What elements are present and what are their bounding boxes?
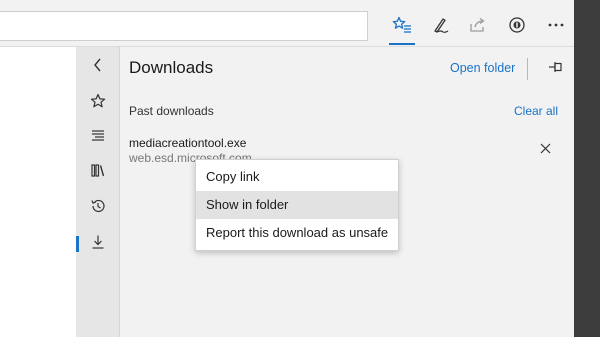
- open-folder-link[interactable]: Open folder: [450, 61, 515, 75]
- rail-back-button[interactable]: [76, 52, 119, 82]
- rail-reading-list[interactable]: [76, 123, 119, 153]
- books-icon: [90, 162, 106, 183]
- pin-button[interactable]: [545, 59, 567, 79]
- more-icon: [547, 22, 565, 28]
- pin-icon: [548, 60, 564, 78]
- history-icon: [90, 198, 106, 219]
- clear-all-link[interactable]: Clear all: [514, 104, 558, 118]
- address-bar[interactable]: [0, 11, 368, 41]
- rail-books[interactable]: [76, 157, 119, 187]
- menu-item-report-unsafe[interactable]: Report this download as unsafe: [196, 219, 398, 247]
- active-indicator: [389, 43, 415, 45]
- menu-item-copy-link[interactable]: Copy link: [196, 163, 398, 191]
- extension-button[interactable]: [500, 9, 534, 41]
- back-chevron-icon: [93, 58, 103, 77]
- rail-history[interactable]: [76, 193, 119, 223]
- page-content: [0, 47, 76, 337]
- extension-icon: [508, 16, 526, 34]
- reading-list-icon: [90, 128, 106, 149]
- close-icon: [540, 141, 551, 159]
- more-button[interactable]: [539, 9, 573, 41]
- hub-rail: [76, 47, 120, 337]
- rail-downloads[interactable]: [76, 229, 119, 259]
- context-menu: Copy link Show in folder Report this dow…: [195, 159, 399, 251]
- share-icon: [469, 16, 487, 34]
- browser-toolbar: [0, 0, 574, 47]
- remove-download-button[interactable]: [536, 141, 554, 159]
- window-frame-right: [574, 0, 600, 337]
- favorites-button[interactable]: [385, 9, 419, 45]
- star-icon: [90, 93, 106, 114]
- favorites-star-icon: [392, 16, 412, 34]
- pen-icon: [432, 16, 450, 34]
- download-file-name[interactable]: mediacreationtool.exe: [129, 136, 246, 150]
- download-icon: [90, 234, 106, 255]
- section-label: Past downloads: [129, 104, 214, 118]
- notes-button[interactable]: [424, 9, 458, 41]
- rail-favorites[interactable]: [76, 88, 119, 118]
- toolbar-divider: [527, 58, 528, 80]
- share-button[interactable]: [461, 9, 495, 41]
- menu-item-show-in-folder[interactable]: Show in folder: [196, 191, 398, 219]
- panel-title: Downloads: [129, 58, 214, 77]
